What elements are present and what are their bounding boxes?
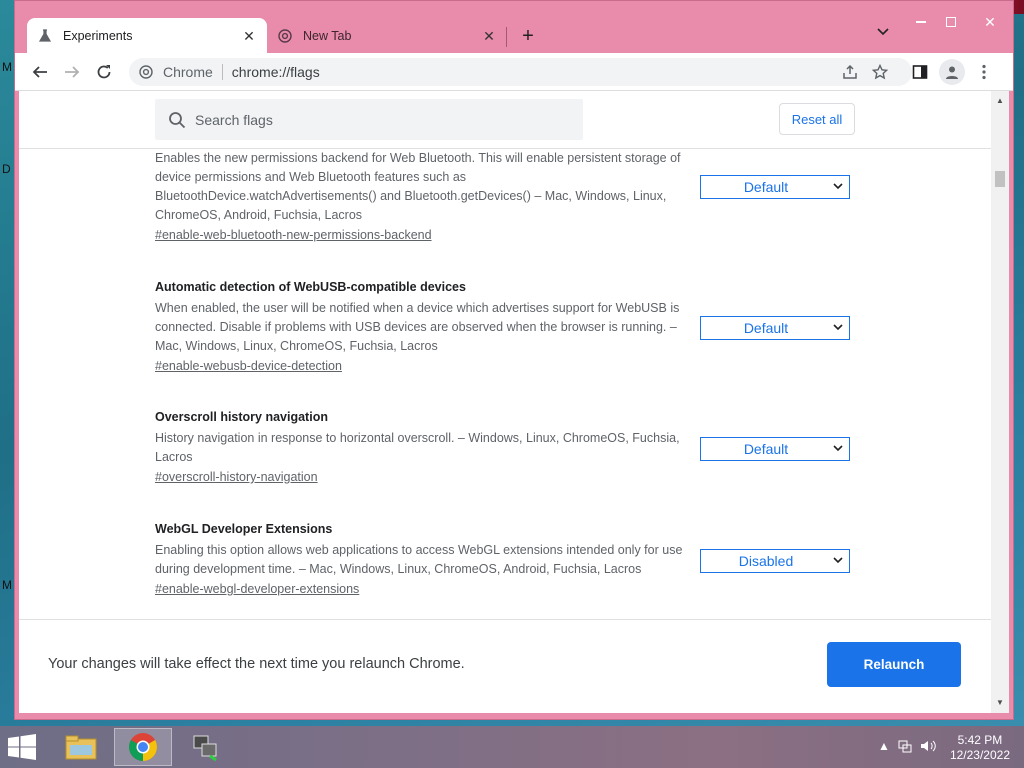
network-app-icon[interactable] [176,728,234,766]
bookmark-star-icon[interactable] [867,59,893,85]
chrome-icon [137,63,155,81]
address-bar[interactable]: Chrome chrome://flags [129,58,912,86]
search-placeholder: Search flags [195,111,273,128]
omnibox-divider [221,64,223,80]
tab-separator [506,27,507,47]
close-tab-icon[interactable]: ✕ [481,28,497,44]
flag-entry: Overscroll history navigation History na… [155,410,855,486]
system-tray: ▲ 5:42 PM 12/23/2022 [864,726,1024,768]
flag-select[interactable]: Default [700,316,850,340]
flag-anchor-link[interactable]: #enable-webgl-developer-extensions [155,582,359,596]
taskbar: ▲ 5:42 PM 12/23/2022 [0,726,1024,768]
windows-start-icon[interactable] [8,734,38,760]
flag-select-control[interactable]: Default [700,175,850,199]
forward-arrow-icon[interactable] [59,59,85,85]
side-panel-icon[interactable] [907,59,933,85]
tab-search-chevron-icon[interactable] [877,25,889,39]
scroll-down-arrow-icon[interactable]: ▼ [995,697,1005,707]
desktop-icon-label: M [2,578,12,592]
file-explorer-icon[interactable] [52,728,110,766]
relaunch-button[interactable]: Relaunch [827,642,961,687]
flag-select[interactable]: Default [700,437,850,461]
flag-anchor-link[interactable]: #overscroll-history-navigation [155,470,318,484]
search-icon [167,110,187,130]
tab-title: New Tab [303,29,352,43]
flag-entry: WebGL Developer Extensions Enabling this… [155,522,855,598]
chrome-window: Experiments ✕ New Tab ✕ + ✕ Chrome chrom… [14,0,1014,720]
flags-header: Search flags Reset all [19,91,991,149]
page-content: Enables the new permissions backend for … [19,91,1009,713]
flag-entry: Automatic detection of WebUSB-compatible… [155,280,855,375]
reset-all-button[interactable]: Reset all [779,103,855,135]
scroll-thumb[interactable] [995,171,1005,187]
network-icon[interactable] [898,739,912,756]
new-tab-button[interactable]: + [515,23,541,49]
close-tab-icon[interactable]: ✕ [241,28,257,44]
scrollbar[interactable]: ▲ ▼ [991,91,1009,713]
reload-icon[interactable] [91,59,117,85]
flag-anchor-link[interactable]: #enable-web-bluetooth-new-permissions-ba… [155,228,432,242]
tab-strip: Experiments ✕ New Tab ✕ + ✕ [15,1,1013,54]
more-menu-icon[interactable] [971,59,997,85]
flag-description: When enabled, the user will be notified … [155,301,680,353]
relaunch-message: Your changes will take effect the next t… [48,656,465,672]
profile-avatar-icon[interactable] [939,59,965,85]
minimize-button[interactable] [905,11,937,33]
flag-title: Automatic detection of WebUSB-compatible… [155,280,466,294]
volume-icon[interactable] [920,739,936,756]
desktop-icon-label: M [2,60,12,74]
tab-title: Experiments [63,29,133,43]
relaunch-footer: Your changes will take effect the next t… [19,619,991,713]
browser-toolbar: Chrome chrome://flags [15,53,1013,91]
chrome-icon[interactable] [114,728,172,766]
flag-select-control[interactable]: Default [700,437,850,461]
flag-entry: Enables the new permissions backend for … [155,149,855,244]
flag-title: WebGL Developer Extensions [155,522,333,536]
url-text: chrome://flags [231,64,320,80]
flag-select[interactable]: Default [700,175,850,199]
chrome-icon [277,28,293,44]
scroll-up-arrow-icon[interactable]: ▲ [995,95,1005,105]
clock-time: 5:42 PM [957,733,1003,747]
flag-select[interactable]: Disabled [700,549,850,573]
flag-anchor-link[interactable]: #enable-webusb-device-detection [155,359,342,373]
flag-description: History navigation in response to horizo… [155,431,680,464]
back-arrow-icon[interactable] [27,59,53,85]
flag-select-control[interactable]: Disabled [700,549,850,573]
desktop-icon-label: D [2,162,11,176]
tab-experiments[interactable]: Experiments ✕ [27,18,267,54]
show-hidden-icons-icon[interactable]: ▲ [878,739,890,753]
maximize-button[interactable] [935,11,967,33]
close-window-button[interactable]: ✕ [970,11,1010,33]
clock-date: 12/23/2022 [949,748,1010,762]
share-icon[interactable] [837,59,863,85]
flask-icon [37,28,53,44]
flag-description: Enabling this option allows web applicat… [155,543,683,576]
clock[interactable]: 5:42 PM 12/23/2022 [950,733,1010,763]
flag-description: Enables the new permissions backend for … [155,151,681,222]
site-label: Chrome [163,64,213,80]
flag-select-control[interactable]: Default [700,316,850,340]
search-input[interactable]: Search flags [155,99,583,140]
flag-title: Overscroll history navigation [155,410,328,424]
tab-new-tab[interactable]: New Tab ✕ [267,18,507,54]
